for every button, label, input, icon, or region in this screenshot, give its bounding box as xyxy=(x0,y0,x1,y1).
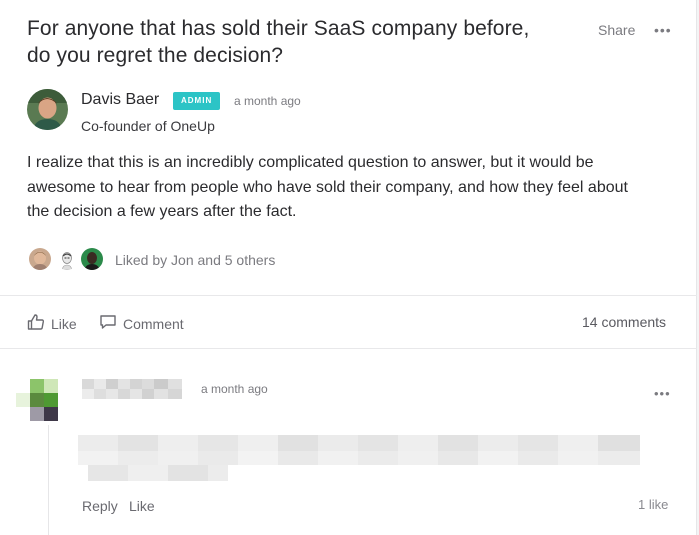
reply-button[interactable]: Reply xyxy=(82,498,118,514)
commenter-avatar[interactable] xyxy=(16,379,72,421)
post-card: For anyone that has sold their SaaS comp… xyxy=(0,0,697,535)
post-title-line-1: For anyone that has sold their SaaS comp… xyxy=(27,17,530,40)
post-body: I realize that this is an incredibly com… xyxy=(27,151,667,225)
post-body-line: I realize that this is an incredibly com… xyxy=(27,154,594,171)
author-name[interactable]: Davis Baer xyxy=(81,91,159,109)
author-role: Co-founder of OneUp xyxy=(81,118,215,134)
liker-avatar xyxy=(54,246,80,272)
more-options-icon[interactable]: ••• xyxy=(654,22,672,38)
liker-avatar xyxy=(79,246,105,272)
comment-more-options-icon[interactable]: ••• xyxy=(654,386,671,401)
comment-button-label: Comment xyxy=(123,315,184,332)
commenter-name-obscured[interactable] xyxy=(82,379,182,399)
comments-count[interactable]: 14 comments xyxy=(582,314,666,330)
post-title: For anyone that has sold their SaaS comp… xyxy=(27,15,587,69)
liked-by-text[interactable]: Liked by Jon and 5 others xyxy=(115,252,275,268)
like-button[interactable]: Like xyxy=(27,313,77,334)
thread-line xyxy=(48,425,49,535)
thumbs-up-icon xyxy=(27,313,45,334)
post-body-line: the decision a few years after the fact. xyxy=(27,203,297,220)
author-avatar[interactable] xyxy=(27,89,68,130)
comment-bubble-icon xyxy=(99,313,117,334)
divider xyxy=(0,348,697,349)
admin-badge: ADMIN xyxy=(173,92,221,110)
comment-button[interactable]: Comment xyxy=(99,313,184,334)
post-timestamp[interactable]: a month ago xyxy=(234,94,301,108)
pixelated-avatar xyxy=(16,379,72,421)
divider xyxy=(0,295,697,296)
post-title-line-2: do you regret the decision? xyxy=(27,44,284,67)
comment-like-button[interactable]: Like xyxy=(129,498,155,514)
share-button[interactable]: Share xyxy=(598,22,635,38)
comment-likes-count[interactable]: 1 like xyxy=(638,497,668,512)
liker-avatar xyxy=(27,246,53,272)
comment-body-obscured xyxy=(78,433,642,485)
author-avatar-image xyxy=(27,89,68,130)
like-button-label: Like xyxy=(51,315,77,332)
post-body-line: awesome to hear from people who have sol… xyxy=(27,178,628,196)
comment-timestamp[interactable]: a month ago xyxy=(201,382,268,396)
